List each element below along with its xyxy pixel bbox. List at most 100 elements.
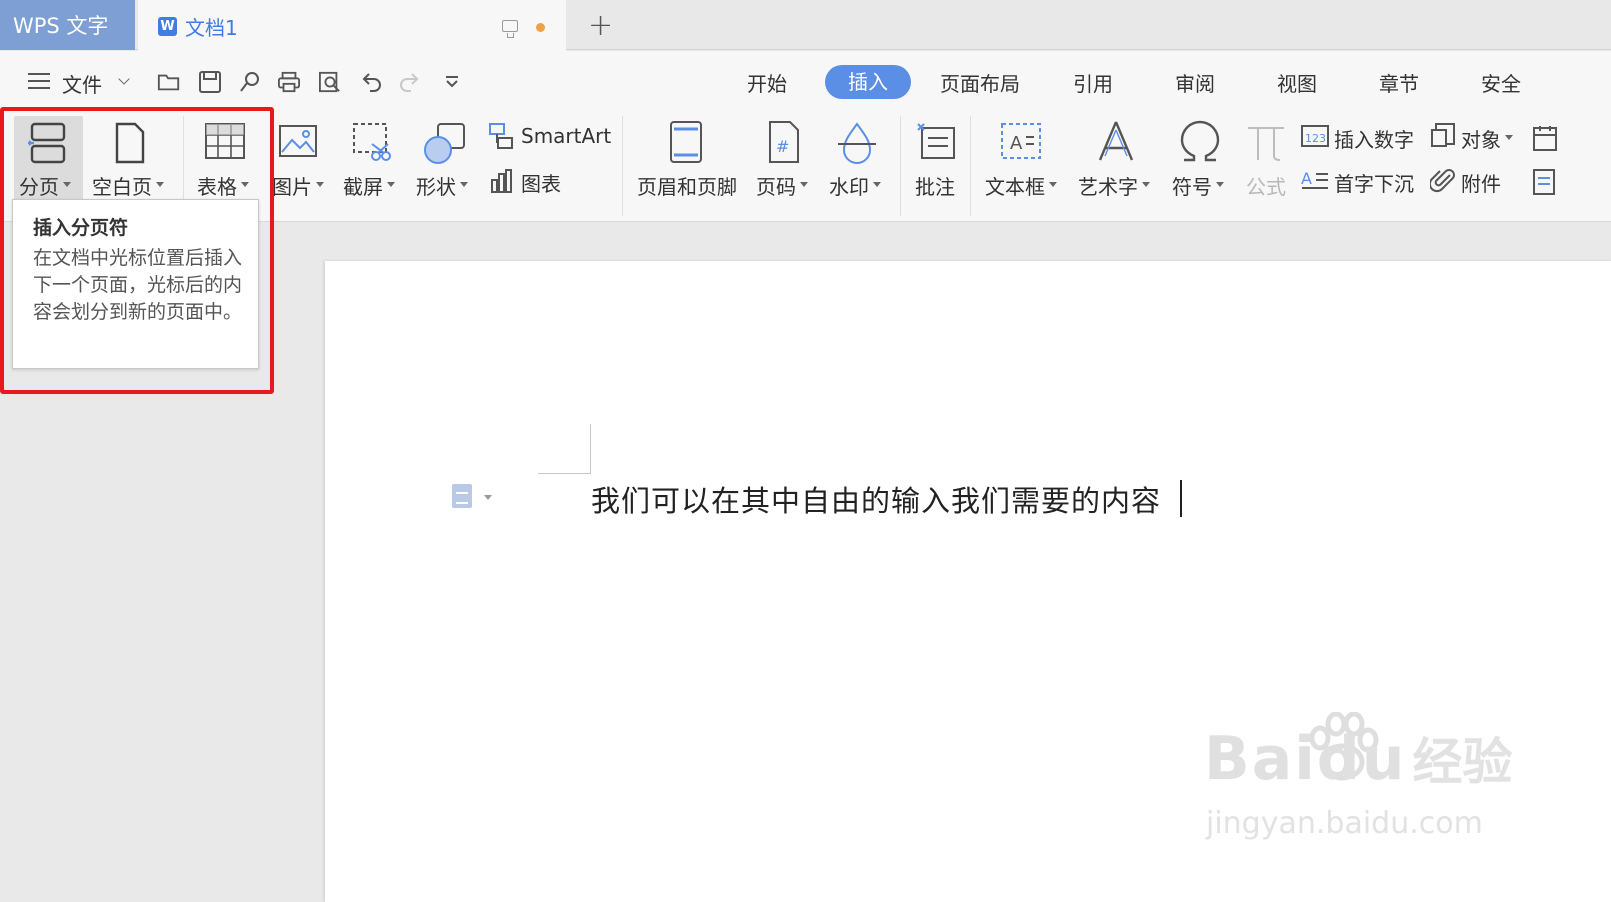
svg-text:A: A [1010,133,1023,154]
omega-icon [1180,120,1220,162]
document-text[interactable]: 我们可以在其中自由的输入我们需要的内容 [591,478,1161,520]
baidu-jingyan-watermark: Baidu 经验 jingyan.baidu.com [1204,722,1513,841]
watermark-cn: 经验 [1412,733,1513,791]
comment-button[interactable]: 批注 [908,116,964,216]
save-icon[interactable] [198,71,222,93]
caret-down-icon [387,182,395,187]
date-icon[interactable] [1532,124,1558,152]
shapes-label: 形状 [416,175,456,199]
customize-dropdown-icon[interactable] [440,71,464,93]
caret-down-icon [460,182,468,187]
monitor-icon[interactable] [502,20,518,38]
tab-page-layout[interactable]: 页面布局 [940,68,1020,97]
chart-icon [491,169,512,193]
comment-label: 批注 [915,175,955,199]
svg-text:#: # [776,137,789,156]
picture-icon [279,125,317,157]
page-number-label: 页码 [756,175,796,199]
smartart-label: SmartArt [521,124,612,148]
watermark-url: jingyan.baidu.com [1206,806,1483,841]
text-cursor [1180,480,1182,517]
picture-button[interactable]: 图片 [270,116,330,216]
highlight-annotation-box [0,107,274,394]
ribbon-separator [970,116,971,216]
unsaved-indicator [536,23,545,32]
tab-chapter[interactable]: 章节 [1379,68,1419,97]
attachment-button[interactable]: 附件 [1428,164,1518,200]
tab-references[interactable]: 引用 [1073,68,1113,97]
caret-down-icon [800,182,808,187]
open-folder-icon[interactable] [157,71,181,93]
formula-button[interactable]: 公式 [1240,116,1292,216]
drop-cap-icon: A [1301,169,1328,189]
insert-number-icon: 123 [1301,125,1329,147]
textbox-button[interactable]: A 文本框 [980,116,1066,216]
smartart-icon [489,123,513,149]
margin-corner-marker [538,424,591,474]
paperclip-icon [1430,169,1455,193]
export-pdf-icon[interactable] [238,71,262,93]
print-preview-icon[interactable] [318,71,342,93]
caret-down-icon [316,182,324,187]
hamburger-icon[interactable] [28,73,50,89]
document-tab-title: 文档1 [185,16,238,40]
chevron-down-icon[interactable] [118,73,130,85]
watermark-icon [838,122,876,164]
shapes-icon [424,123,465,164]
object-label: 对象 [1461,128,1501,152]
redo-icon[interactable] [398,71,422,93]
tab-security[interactable]: 安全 [1481,68,1521,97]
caret-down-icon [873,182,881,187]
screenshot-button[interactable]: 截屏 [338,116,404,216]
caret-down-icon [1216,182,1224,187]
insert-number-button[interactable]: 123 插入数字 [1298,120,1422,156]
drop-cap-button[interactable]: A 首字下沉 [1298,164,1422,200]
header-footer-icon [670,121,702,163]
tab-insert[interactable]: 插入 [825,65,911,99]
screenshot-icon [353,123,391,161]
paragraph-layout-icon[interactable] [452,484,472,508]
symbol-label: 符号 [1172,175,1212,199]
watermark-brand: Baidu [1204,724,1407,794]
wordart-button[interactable]: 艺术字 [1074,116,1158,216]
document-parts-icon[interactable] [1532,168,1558,196]
wps-writer-icon: W [158,17,177,36]
comment-icon [917,123,955,159]
watermark-label: 水印 [829,175,869,199]
header-footer-label: 页眉和页脚 [637,175,737,199]
textbox-icon: A [1001,123,1041,159]
page-number-button[interactable]: # 页码 [752,116,816,216]
attachment-label: 附件 [1461,172,1501,196]
page-number-icon: # [769,121,799,163]
wordart-label: 艺术字 [1078,175,1138,199]
chart-label: 图表 [521,172,561,196]
app-title-tab[interactable]: WPS 文字 [0,0,135,50]
header-footer-button[interactable]: 页眉和页脚 [632,116,742,216]
drop-cap-label: 首字下沉 [1334,172,1414,196]
print-icon[interactable] [277,71,301,93]
menu-bar: 文件 开始 插入 页面布局 引用 审阅 视图 章节 安全 [0,51,1611,106]
svg-text:A: A [1301,169,1312,188]
tab-home[interactable]: 开始 [747,68,787,97]
object-button[interactable]: 对象 [1428,120,1526,156]
wordart-icon [1098,121,1134,161]
new-tab-button[interactable]: + [588,8,613,43]
formula-label: 公式 [1246,175,1286,199]
svg-text:123: 123 [1305,132,1326,145]
pi-icon [1248,127,1284,161]
caret-down-icon[interactable] [484,495,492,500]
tab-view[interactable]: 视图 [1277,68,1317,97]
ribbon-separator [900,116,901,216]
textbox-label: 文本框 [985,175,1045,199]
undo-icon[interactable] [359,71,383,93]
file-menu[interactable]: 文件 [62,69,102,98]
shapes-button[interactable]: 形状 [410,116,476,216]
document-tab[interactable]: W 文档1 [138,0,566,51]
ribbon-separator [622,116,623,216]
watermark-button[interactable]: 水印 [824,116,890,216]
symbol-button[interactable]: 符号 [1166,116,1234,216]
tab-review[interactable]: 审阅 [1175,68,1215,97]
smartart-button[interactable]: SmartArt [486,120,614,156]
chart-button[interactable]: 图表 [486,164,576,200]
object-icon [1431,123,1455,147]
